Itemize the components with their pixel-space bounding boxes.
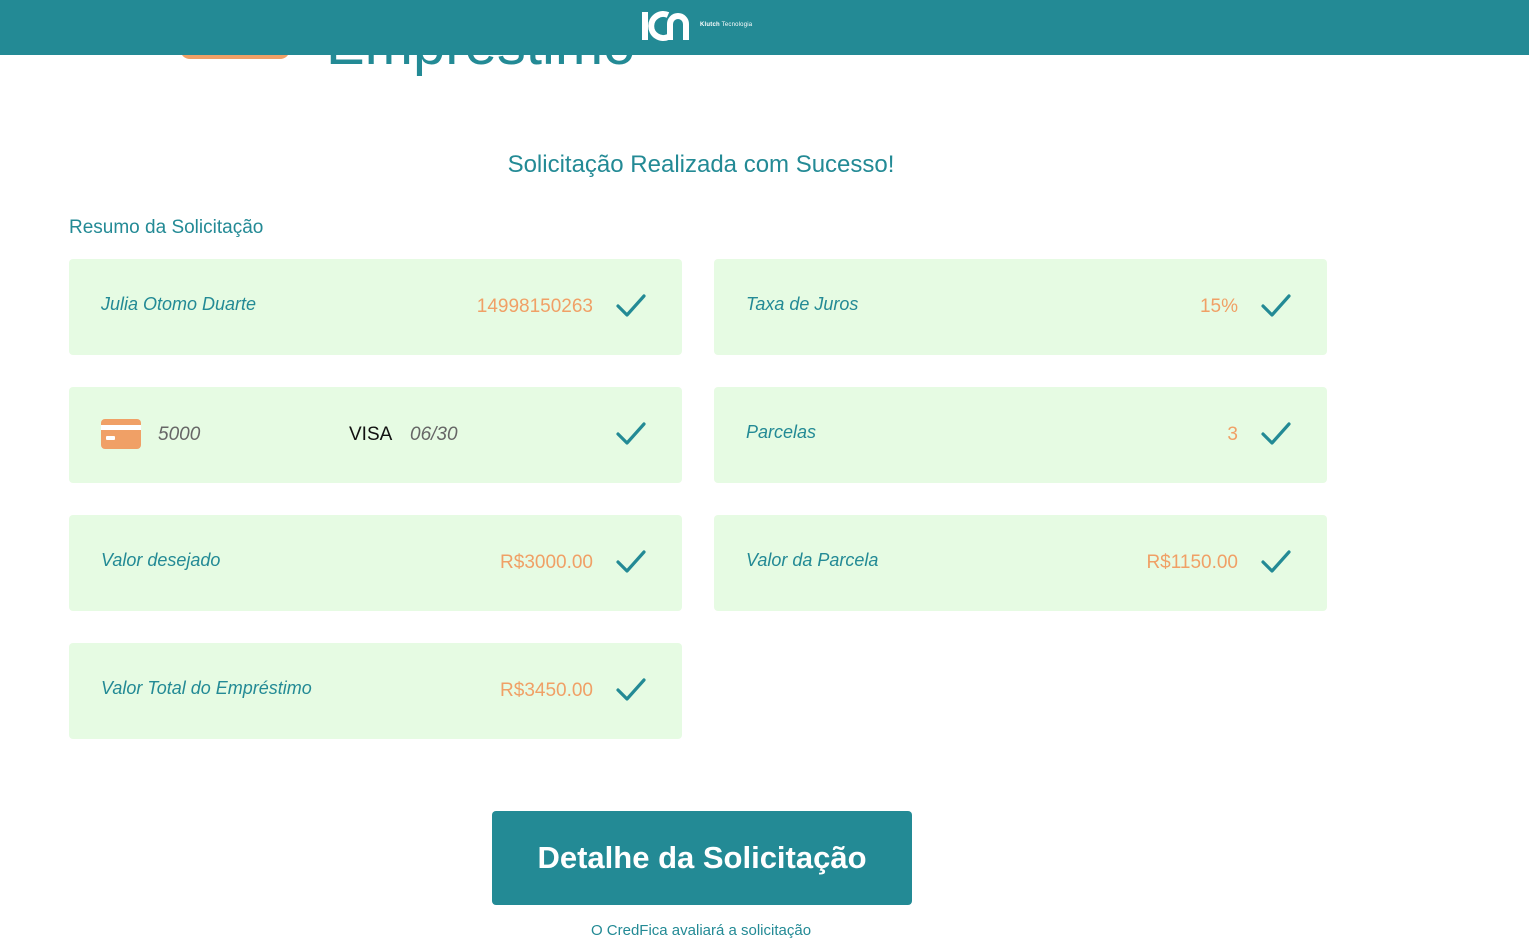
klutch-logo[interactable]: Klutch Tecnologia [640, 9, 752, 43]
summary-card-client: Julia Otomo Duarte 14998150263 [69, 259, 682, 355]
summary-card-desired-amount: Valor desejado R$3000.00 [69, 515, 682, 611]
summary-card-installment-amount: Valor da Parcela R$1150.00 [714, 515, 1327, 611]
check-icon [616, 677, 646, 703]
footer-note: O CredFica avaliará a solicitação [590, 922, 812, 939]
installments-value: 3 [1227, 424, 1238, 445]
check-icon [1261, 421, 1291, 447]
interest-label: Taxa de Juros [746, 294, 859, 314]
card-brand: VISA [349, 424, 393, 445]
client-name: Julia Otomo Duarte [101, 294, 257, 314]
summary-card-interest: Taxa de Juros 15% [714, 259, 1327, 355]
installment-amount-label: Valor da Parcela [746, 550, 879, 570]
client-phone: 14998150263 [476, 296, 593, 317]
installment-amount-value: R$1150.00 [1146, 552, 1238, 573]
check-icon [616, 293, 646, 319]
check-icon [1261, 549, 1291, 575]
logo-text: Klutch Tecnologia [700, 22, 752, 28]
summary-card-total-amount: Valor Total do Empréstimo R$3450.00 [69, 643, 682, 739]
credit-card-icon [101, 419, 141, 449]
check-icon [616, 549, 646, 575]
top-bar: Klutch Tecnologia [0, 0, 1529, 55]
total-amount-label: Valor Total do Empréstimo [101, 678, 312, 698]
success-title: Solicitação Realizada com Sucesso! [507, 151, 895, 178]
interest-value: 15% [1199, 296, 1238, 317]
installments-label: Parcelas [746, 422, 817, 442]
brand-name: Klutch [700, 22, 720, 28]
detail-request-button[interactable]: Detalhe da Solicitação [492, 811, 912, 905]
total-amount-value: R$3450.00 [500, 680, 593, 701]
desired-amount-label: Valor desejado [101, 550, 221, 570]
brand-suffix: Tecnologia [721, 22, 753, 28]
summary-section-label: Resumo da Solicitação [69, 217, 264, 238]
klutch-logo-icon [640, 10, 690, 42]
card-number: 5000 [158, 424, 201, 445]
summary-card-payment-card: 5000 VISA 06/30 [69, 387, 682, 483]
summary-card-installments: Parcelas 3 [714, 387, 1327, 483]
check-icon [616, 421, 646, 447]
check-icon [1261, 293, 1291, 319]
desired-amount-value: R$3000.00 [500, 552, 593, 573]
card-expiry: 06/30 [410, 424, 458, 445]
